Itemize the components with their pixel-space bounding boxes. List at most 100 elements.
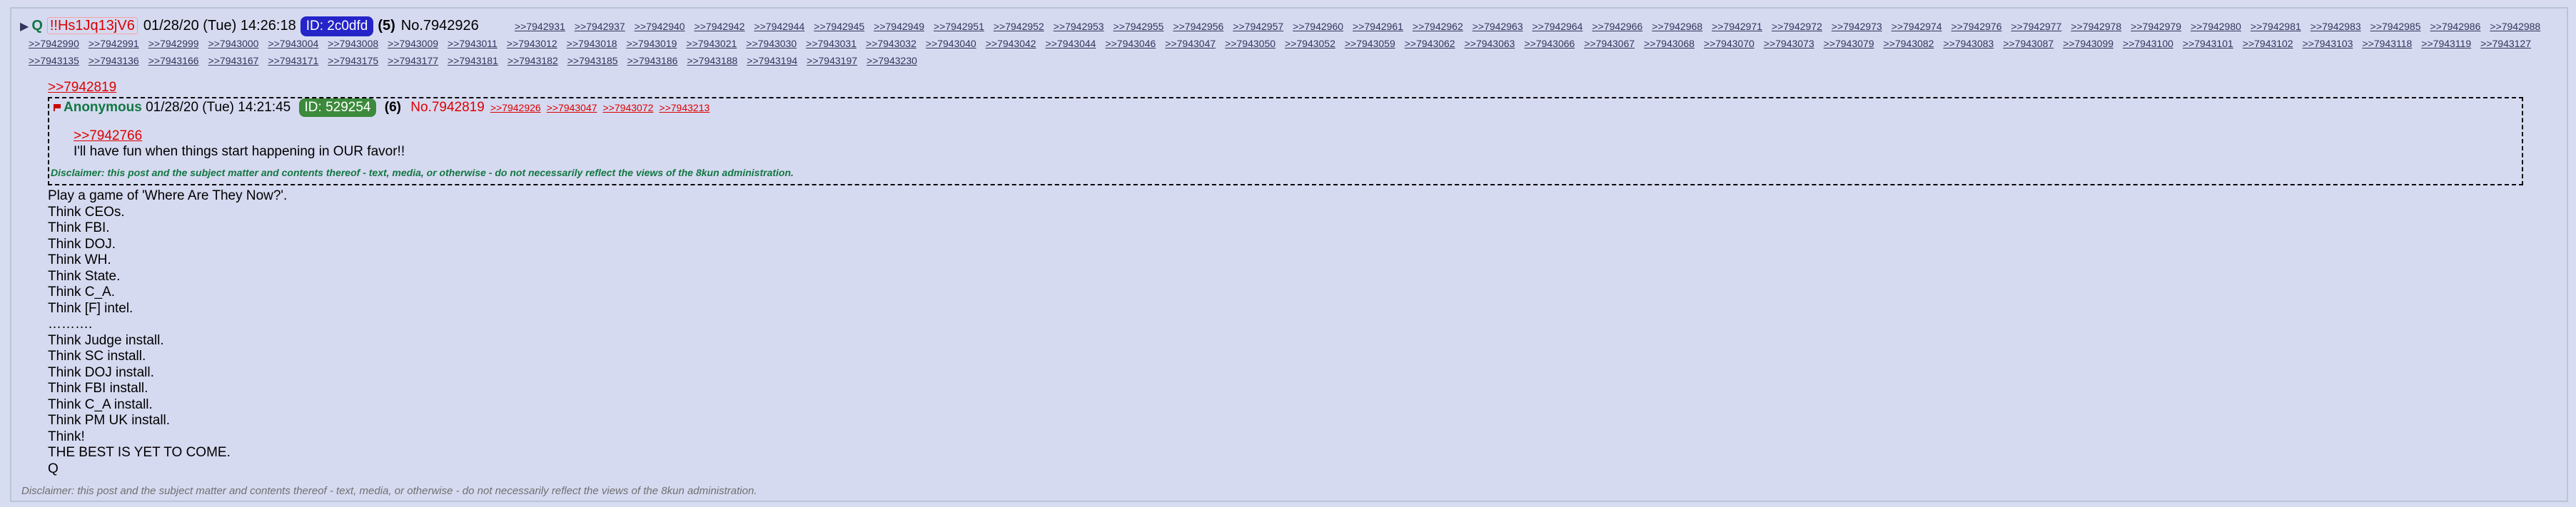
quoted-reply-link[interactable]: >>7942926 (490, 102, 541, 113)
reply-link[interactable]: >>7942977 (2011, 18, 2061, 35)
collapse-arrow-icon[interactable]: ▶ (20, 21, 29, 33)
reply-link[interactable]: >>7943066 (1524, 35, 1575, 52)
reply-link[interactable]: >>7943032 (866, 35, 916, 52)
quoted-poster-id-badge[interactable]: ID: 529254 (298, 98, 377, 117)
reply-link[interactable]: >>7943012 (507, 35, 557, 52)
reply-link[interactable]: >>7942956 (1173, 18, 1223, 35)
reply-link[interactable]: >>7943019 (627, 35, 677, 52)
reply-link[interactable]: >>7943062 (1405, 35, 1455, 52)
reply-link[interactable]: >>7943103 (2303, 35, 2353, 52)
reply-link[interactable]: >>7943136 (89, 52, 139, 69)
reply-link[interactable]: >>7942979 (2131, 18, 2181, 35)
reply-link[interactable]: >>7943000 (208, 35, 259, 52)
reply-link[interactable]: >>7942931 (515, 18, 565, 35)
reply-link[interactable]: >>7943188 (687, 52, 737, 69)
reply-link[interactable]: >>7942999 (148, 35, 199, 52)
reply-link[interactable]: >>7942963 (1473, 18, 1523, 35)
reply-link[interactable]: >>7943175 (328, 52, 378, 69)
reply-link[interactable]: >>7942964 (1532, 18, 1583, 35)
quoted-reply-link[interactable]: >>7943213 (659, 102, 709, 113)
reply-link[interactable]: >>7943009 (388, 35, 438, 52)
reply-link[interactable]: >>7943042 (986, 35, 1036, 52)
reply-link[interactable]: >>7943008 (328, 35, 378, 52)
reply-link[interactable]: >>7942942 (694, 18, 745, 35)
reply-link[interactable]: >>7943083 (1943, 35, 1994, 52)
quote-link[interactable]: >>7942819 (48, 80, 116, 95)
reply-link[interactable]: >>7942957 (1233, 18, 1283, 35)
reply-link[interactable]: >>7943079 (1824, 35, 1874, 52)
reply-link[interactable]: >>7942971 (1712, 18, 1762, 35)
reply-link[interactable]: >>7943004 (268, 35, 318, 52)
reply-link[interactable]: >>7942962 (1413, 18, 1463, 35)
reply-link[interactable]: >>7942973 (1832, 18, 1882, 35)
reply-link[interactable]: >>7942988 (2490, 18, 2540, 35)
reply-link[interactable]: >>7943030 (746, 35, 797, 52)
quoted-post-number[interactable]: No.7942819 (410, 100, 485, 115)
reply-link[interactable]: >>7943031 (806, 35, 857, 52)
reply-link[interactable]: >>7942937 (575, 18, 625, 35)
reply-link[interactable]: >>7943186 (627, 52, 678, 69)
reply-link[interactable]: >>7943068 (1644, 35, 1694, 52)
reply-link[interactable]: >>7943135 (29, 52, 79, 69)
reply-link[interactable]: >>7943185 (567, 52, 618, 69)
reply-link[interactable]: >>7942955 (1113, 18, 1164, 35)
reply-link[interactable]: >>7942949 (874, 18, 924, 35)
reply-link[interactable]: >>7943230 (867, 52, 917, 69)
reply-link[interactable]: >>7942966 (1592, 18, 1642, 35)
reply-link[interactable]: >>7943046 (1105, 35, 1156, 52)
reply-link[interactable]: >>7943011 (448, 35, 497, 52)
quoted-reply-link[interactable]: >>7943047 (547, 102, 597, 113)
reply-link[interactable]: >>7942972 (1772, 18, 1822, 35)
reply-link[interactable]: >>7943087 (2003, 35, 2054, 52)
reply-link[interactable]: >>7943047 (1165, 35, 1216, 52)
reply-link[interactable]: >>7943050 (1225, 35, 1276, 52)
reply-link[interactable]: >>7942945 (814, 18, 864, 35)
reply-link[interactable]: >>7943101 (2183, 35, 2233, 52)
reply-link[interactable]: >>7943167 (208, 52, 259, 69)
reply-link[interactable]: >>7942986 (2430, 18, 2481, 35)
reply-link[interactable]: >>7943082 (1884, 35, 1934, 52)
reply-link[interactable]: >>7943181 (448, 52, 498, 69)
reply-link[interactable]: >>7943119 (2421, 35, 2471, 52)
quoted-quote-link[interactable]: >>7942766 (74, 128, 142, 144)
reply-link[interactable]: >>7942990 (29, 35, 79, 52)
reply-link[interactable]: >>7943194 (747, 52, 797, 69)
reply-link[interactable]: >>7943099 (2063, 35, 2113, 52)
reply-link[interactable]: >>7943197 (807, 52, 857, 69)
reply-link[interactable]: >>7943166 (148, 52, 199, 69)
reply-link[interactable]: >>7942968 (1652, 18, 1702, 35)
reply-link[interactable]: >>7943118 (2362, 35, 2412, 52)
reply-link[interactable]: >>7942976 (1951, 18, 2002, 35)
reply-link[interactable]: >>7943018 (567, 35, 617, 52)
reply-link[interactable]: >>7942951 (934, 18, 984, 35)
reply-link[interactable]: >>7942953 (1054, 18, 1104, 35)
reply-link[interactable]: >>7943182 (507, 52, 558, 69)
reply-link[interactable]: >>7943040 (926, 35, 976, 52)
reply-link[interactable]: >>7942981 (2251, 18, 2301, 35)
reply-link[interactable]: >>7942944 (754, 18, 804, 35)
reply-link[interactable]: >>7943070 (1704, 35, 1754, 52)
reply-link[interactable]: >>7943127 (2480, 35, 2531, 52)
reply-link[interactable]: >>7943171 (268, 52, 318, 69)
reply-link[interactable]: >>7943100 (2123, 35, 2173, 52)
reply-link[interactable]: >>7942961 (1353, 18, 1403, 35)
reply-link[interactable]: >>7942952 (994, 18, 1044, 35)
reply-link[interactable]: >>7943044 (1046, 35, 1096, 52)
reply-link[interactable]: >>7943021 (686, 35, 737, 52)
reply-link[interactable]: >>7943067 (1584, 35, 1635, 52)
reply-link[interactable]: >>7943102 (2243, 35, 2293, 52)
reply-link[interactable]: >>7942991 (89, 35, 139, 52)
reply-link[interactable]: >>7942940 (635, 18, 685, 35)
reply-link[interactable]: >>7943063 (1465, 35, 1515, 52)
reply-link[interactable]: >>7942974 (1891, 18, 1942, 35)
reply-link[interactable]: >>7942978 (2071, 18, 2121, 35)
reply-link[interactable]: >>7942983 (2310, 18, 2361, 35)
reply-link[interactable]: >>7943073 (1764, 35, 1814, 52)
reply-link[interactable]: >>7943177 (388, 52, 438, 69)
reply-link[interactable]: >>7942960 (1293, 18, 1343, 35)
quoted-reply-link[interactable]: >>7943072 (603, 102, 654, 113)
reply-link[interactable]: >>7943059 (1345, 35, 1395, 52)
reply-link[interactable]: >>7943052 (1285, 35, 1335, 52)
reply-link[interactable]: >>7942985 (2370, 18, 2421, 35)
reply-link[interactable]: >>7942980 (2191, 18, 2241, 35)
